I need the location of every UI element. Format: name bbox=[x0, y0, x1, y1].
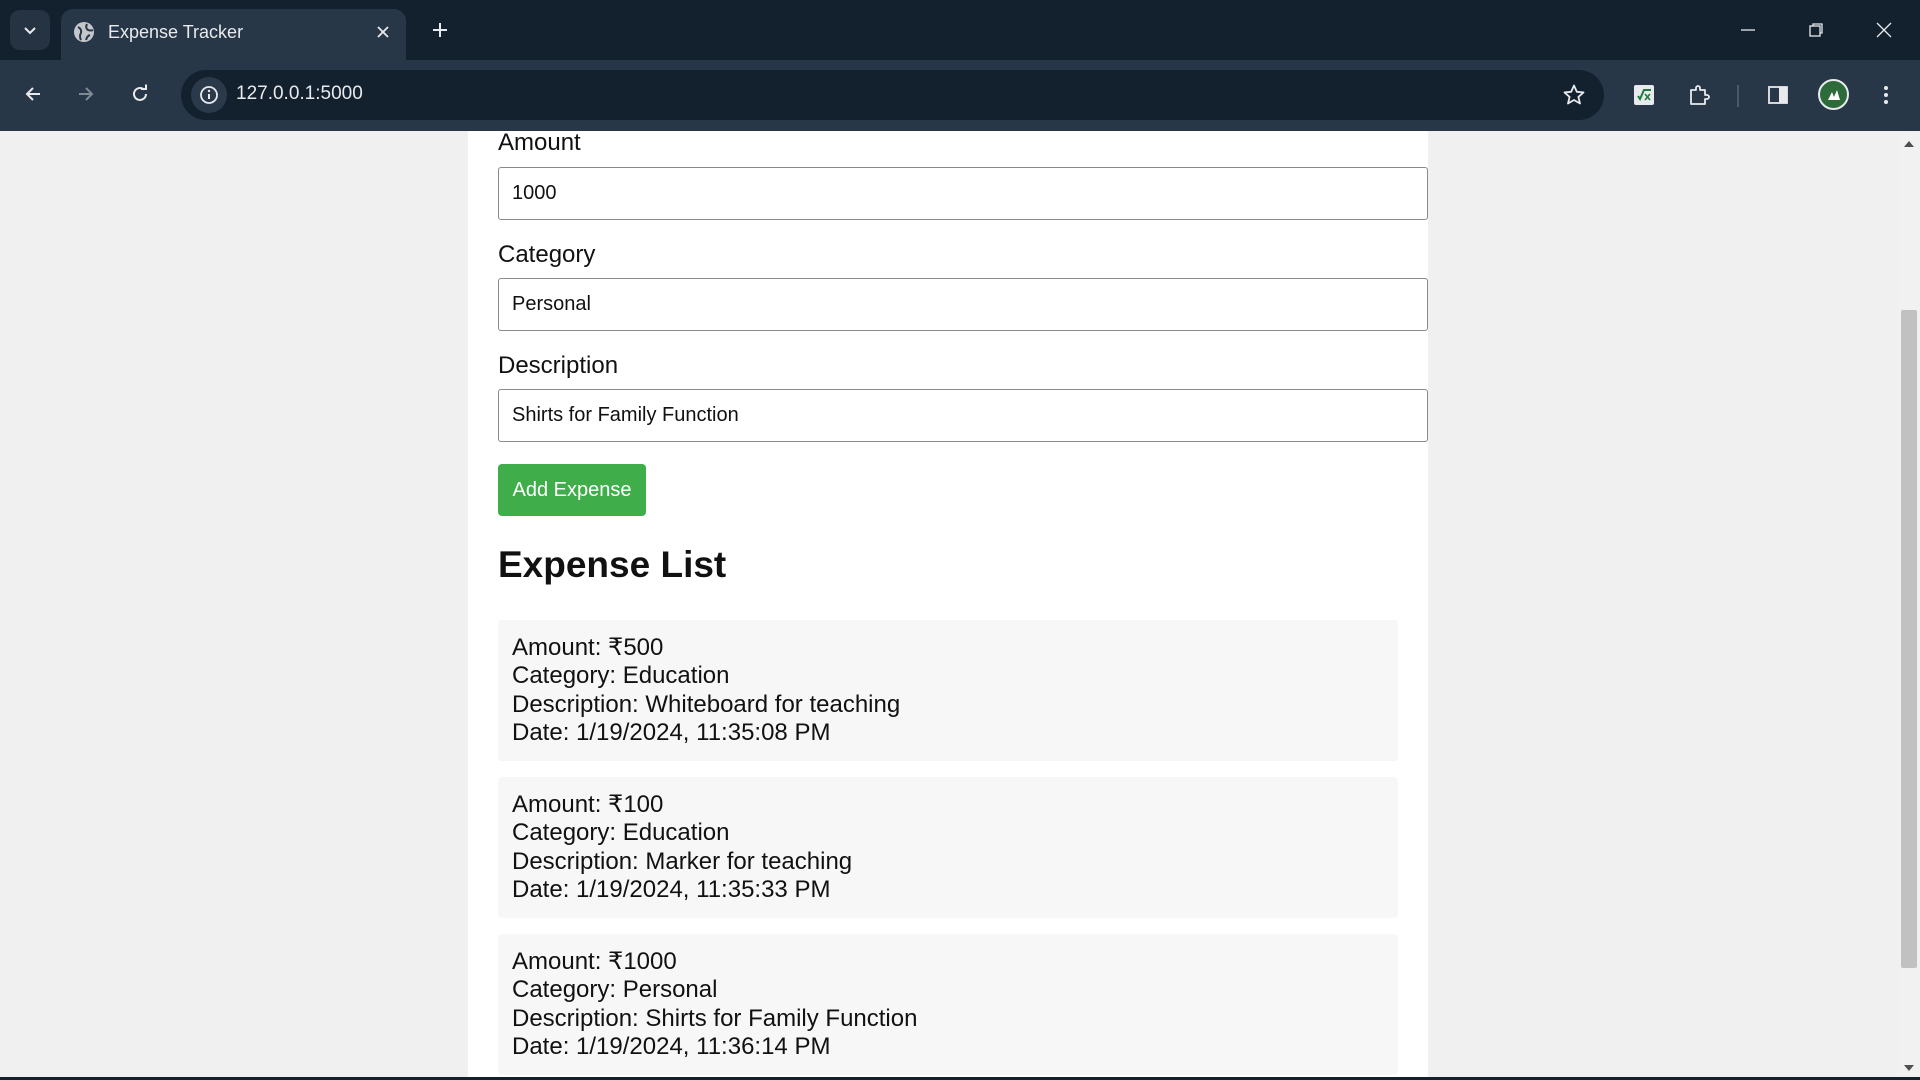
profile-icon bbox=[1827, 89, 1840, 100]
bookmark-button[interactable] bbox=[1558, 79, 1590, 111]
tab-search-button[interactable] bbox=[10, 10, 50, 50]
description-label: Description bbox=[498, 352, 619, 379]
reload-button[interactable] bbox=[120, 74, 160, 114]
triangle-down-icon bbox=[1904, 1065, 1914, 1071]
expense-category: Category: Personal bbox=[512, 976, 718, 1004]
site-info-button[interactable] bbox=[191, 77, 227, 113]
menu-button[interactable] bbox=[1866, 75, 1906, 115]
amount-label: Amount bbox=[498, 131, 581, 156]
tab-title: Expense Tracker bbox=[108, 22, 244, 42]
avatar[interactable] bbox=[1818, 79, 1849, 110]
expense-amount: Amount: ₹1000 bbox=[512, 948, 677, 975]
info-icon bbox=[200, 86, 218, 104]
star-icon bbox=[1563, 84, 1585, 105]
expense-category: Category: Education bbox=[512, 662, 730, 690]
browser-tab[interactable]: Expense Tracker bbox=[61, 9, 406, 60]
plus-icon bbox=[433, 23, 447, 37]
expense-list-heading: Expense List bbox=[498, 544, 727, 585]
expense-tracker-container: Amount Category Description Add Expense … bbox=[468, 131, 1428, 1077]
close-icon bbox=[1876, 22, 1892, 38]
tab-close-button[interactable] bbox=[370, 19, 396, 45]
expense-description: Description: Marker for teaching bbox=[512, 847, 853, 875]
expense-amount: Amount: ₹100 bbox=[512, 791, 664, 818]
add-expense-button[interactable]: Add Expense bbox=[498, 464, 646, 516]
browser-toolbar: 127.0.0.1:5000 bbox=[0, 60, 1920, 131]
side-panel-button[interactable] bbox=[1758, 75, 1798, 115]
extensions-button[interactable] bbox=[1679, 75, 1719, 115]
scroll-down-button[interactable] bbox=[1898, 1059, 1920, 1077]
triangle-up-icon bbox=[1904, 141, 1914, 147]
expense-description: Description: Whiteboard for teaching bbox=[512, 690, 901, 718]
new-tab-button[interactable] bbox=[424, 14, 456, 46]
description-input[interactable] bbox=[498, 389, 1428, 442]
amount-input[interactable] bbox=[498, 167, 1428, 220]
chevron-down-icon bbox=[24, 27, 36, 35]
back-button[interactable] bbox=[13, 74, 53, 114]
minimize-button[interactable] bbox=[1728, 10, 1768, 50]
reload-icon bbox=[133, 84, 147, 101]
expense-date: Date: 1/19/2024, 11:35:33 PM bbox=[512, 875, 831, 903]
expense-date: Date: 1/19/2024, 11:35:08 PM bbox=[512, 718, 831, 746]
category-input[interactable] bbox=[498, 278, 1428, 331]
side-panel-icon bbox=[1768, 86, 1788, 104]
scroll-thumb[interactable] bbox=[1901, 310, 1917, 968]
page-scrollbar[interactable] bbox=[1898, 131, 1920, 1077]
extension-button[interactable] bbox=[1624, 75, 1664, 115]
globe-icon bbox=[74, 22, 94, 42]
more-vertical-icon bbox=[1884, 86, 1888, 104]
arrow-right-icon bbox=[79, 87, 94, 101]
expense-date: Date: 1/19/2024, 11:36:14 PM bbox=[512, 1032, 831, 1060]
expense-description: Description: Shirts for Family Function bbox=[512, 1004, 918, 1032]
url-text[interactable]: 127.0.0.1:5000 bbox=[236, 83, 363, 105]
expense-category: Category: Education bbox=[512, 819, 730, 847]
minimize-icon bbox=[1741, 29, 1755, 31]
toolbar-separator bbox=[1737, 85, 1739, 107]
expense-amount: Amount: ₹500 bbox=[512, 634, 664, 661]
browser-titlebar: Expense Tracker bbox=[0, 0, 1920, 60]
list-item: Amount: ₹1000 Category: Personal Descrip… bbox=[498, 934, 1398, 1075]
list-item: Amount: ₹100 Category: Education Descrip… bbox=[498, 777, 1398, 918]
list-item: Amount: ₹500 Category: Education Descrip… bbox=[498, 620, 1398, 761]
spreadsheet-extension-icon bbox=[1634, 85, 1654, 105]
arrow-left-icon bbox=[25, 87, 40, 101]
puzzle-icon bbox=[1690, 85, 1710, 105]
restore-icon bbox=[1809, 23, 1823, 37]
forward-button[interactable] bbox=[66, 74, 106, 114]
category-label: Category bbox=[498, 241, 596, 268]
close-window-button[interactable] bbox=[1864, 10, 1904, 50]
scroll-up-button[interactable] bbox=[1898, 135, 1920, 153]
close-icon bbox=[377, 26, 389, 38]
restore-button[interactable] bbox=[1796, 10, 1836, 50]
address-bar[interactable]: 127.0.0.1:5000 bbox=[181, 70, 1604, 120]
page-viewport: Amount Category Description Add Expense … bbox=[0, 131, 1898, 1077]
